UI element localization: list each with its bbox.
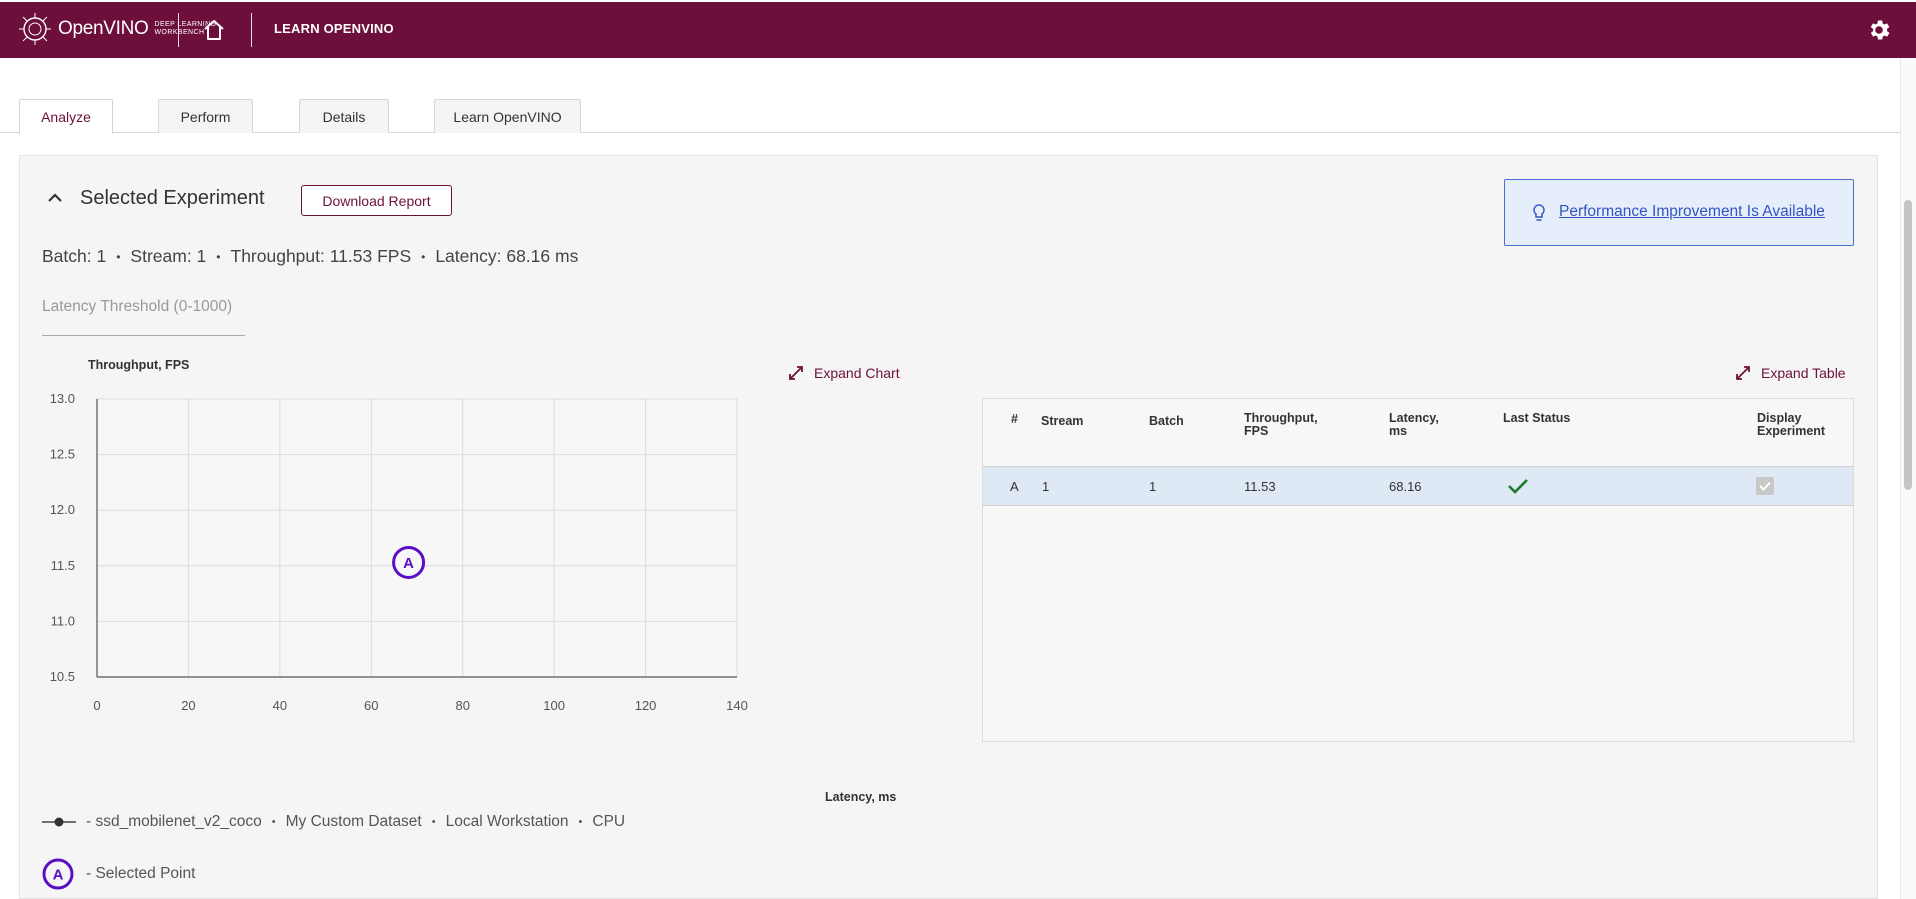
tab-perform[interactable]: Perform (158, 99, 253, 133)
x-tick-label: 60 (364, 698, 378, 713)
experiment-summary: Batch: 1 • Stream: 1 • Throughput: 11.53… (42, 246, 578, 267)
logo-sub-line-2: WORKBENCH (154, 29, 205, 36)
expand-chart-label: Expand Chart (814, 365, 900, 381)
legend-target: Local Workstation (445, 813, 569, 830)
chart-x-axis-title: Latency, ms (825, 790, 897, 804)
cell-batch: 1 (1149, 479, 1157, 494)
chart-y-axis-title: Throughput, FPS (88, 358, 190, 372)
column-header-throughput-line2: FPS (1244, 424, 1269, 438)
separator-dot: • (271, 816, 276, 828)
legend-dataset: My Custom Dataset (285, 813, 422, 830)
column-header-latency-line1: Latency, (1389, 411, 1439, 425)
lightbulb-icon (1533, 204, 1545, 221)
tab-analyze[interactable]: Analyze (19, 99, 113, 134)
batch-value: Batch: 1 (42, 246, 107, 266)
series-line-icon (42, 817, 76, 827)
expand-icon (1736, 366, 1750, 380)
cell-throughput: 11.53 (1244, 479, 1276, 494)
latency-value: Latency: 68.16 ms (435, 246, 579, 266)
separator-dot: • (116, 249, 121, 264)
cell-stream: 1 (1042, 479, 1050, 494)
success-check-icon (1508, 479, 1528, 494)
column-header-number[interactable]: # (1011, 413, 1018, 426)
column-header-batch[interactable]: Batch (1149, 415, 1184, 428)
plot-area (97, 399, 737, 677)
column-header-latency-line2: ms (1389, 424, 1408, 438)
y-tick-label: 12.5 (50, 447, 75, 462)
chevron-up-icon[interactable] (46, 189, 64, 207)
expand-icon (789, 366, 803, 380)
x-tick-label: 0 (93, 698, 100, 713)
selected-point-label: - Selected Point (86, 865, 196, 882)
expand-table-label: Expand Table (1761, 365, 1846, 381)
header-divider (178, 13, 179, 47)
y-tick-label: 12.0 (50, 502, 75, 517)
selected-point-legend: A - Selected Point (42, 858, 195, 890)
y-tick-label: 10.5 (50, 669, 75, 684)
throughput-latency-chart: 0 20 40 60 80 100 120 140 13.0 12.5 12.0 11.5 11.0 10… (50, 391, 748, 713)
cell-number: A (1010, 479, 1019, 494)
selected-point-letter: A (53, 867, 64, 884)
x-tick-label: 140 (726, 698, 748, 713)
expand-chart-button[interactable]: Expand Chart (788, 365, 900, 381)
openvino-logo-icon (19, 13, 51, 45)
column-header-last-status[interactable]: Last Status (1503, 412, 1570, 425)
x-tick-label: 20 (181, 698, 195, 713)
separator-dot: • (216, 249, 221, 264)
x-tick-label: 40 (273, 698, 287, 713)
checkbox-check-icon (1759, 481, 1771, 491)
header-divider (251, 13, 252, 47)
selected-point-marker-icon: A (42, 858, 74, 890)
y-tick-label: 13.0 (50, 391, 75, 406)
column-header-throughput[interactable]: Throughput, FPS (1244, 412, 1318, 438)
legend-device: CPU (592, 813, 626, 830)
column-header-display-line1: Display (1757, 411, 1802, 425)
column-header-latency[interactable]: Latency, ms (1389, 412, 1439, 438)
page-title[interactable]: LEARN OPENVINO (274, 21, 394, 36)
chart-legend: - ssd_mobilenet_v2_coco • My Custom Data… (42, 813, 625, 831)
throughput-value: Throughput: 11.53 FPS (230, 246, 412, 266)
column-header-display-experiment[interactable]: Display Experiment (1757, 412, 1825, 438)
separator-dot: • (578, 816, 583, 828)
column-header-throughput-line1: Throughput, (1244, 411, 1318, 425)
tab-learn-openvino[interactable]: Learn OpenVINO (434, 99, 581, 133)
y-tick-label: 11.5 (51, 558, 75, 573)
separator-dot: • (421, 249, 426, 264)
scrollbar-thumb[interactable] (1904, 200, 1912, 490)
home-icon[interactable] (201, 17, 227, 43)
latency-threshold-underline (42, 335, 245, 336)
cell-latency: 68.16 (1389, 479, 1422, 494)
experiments-table (982, 398, 1854, 742)
legend-model: - ssd_mobilenet_v2_coco (86, 813, 262, 830)
stream-value: Stream: 1 (130, 246, 207, 266)
download-report-button[interactable]: Download Report (301, 185, 452, 216)
y-tick-label: 11.0 (51, 613, 75, 628)
tab-details[interactable]: Details (299, 99, 389, 133)
data-point-label: A (403, 555, 414, 572)
gear-icon[interactable] (1866, 17, 1892, 43)
column-header-display-line2: Experiment (1757, 424, 1826, 438)
latency-threshold-input[interactable]: Latency Threshold (0-1000) (42, 298, 232, 316)
separator-dot: • (431, 816, 436, 828)
display-experiment-checkbox[interactable] (1756, 477, 1774, 495)
x-tick-label: 80 (455, 698, 469, 713)
section-title: Selected Experiment (80, 187, 265, 209)
x-tick-label: 100 (543, 698, 565, 713)
column-header-stream[interactable]: Stream (1041, 415, 1083, 428)
openvino-logo[interactable]: OpenVINO DEEP LEARNING WORKBENCH (18, 9, 216, 49)
x-tick-label: 120 (635, 698, 657, 713)
performance-improvement-link[interactable]: Performance Improvement Is Available (1559, 203, 1825, 221)
logo-brand: OpenVINO (58, 18, 149, 39)
expand-table-button[interactable]: Expand Table (1735, 365, 1846, 381)
tabs-divider (0, 132, 1900, 133)
